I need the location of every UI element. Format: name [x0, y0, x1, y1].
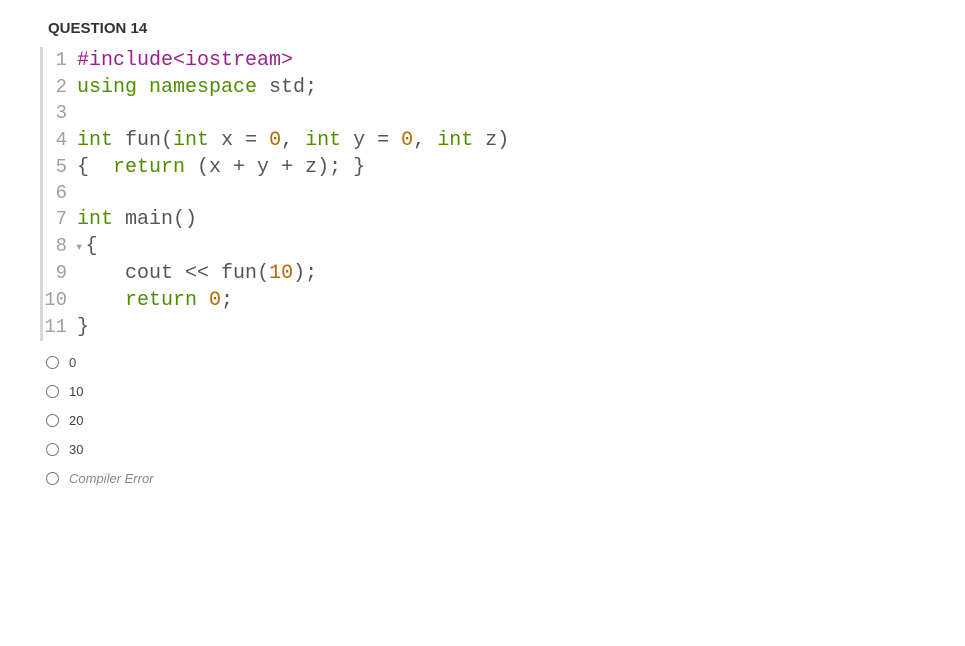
code-token: ,: [281, 129, 305, 152]
code-token: #include<iostream>: [77, 49, 293, 72]
code-token: + y: [233, 156, 281, 179]
answer-label: 30: [69, 442, 83, 457]
answer-radio[interactable]: [46, 443, 59, 456]
line-number: 6: [43, 181, 77, 207]
code-token: }: [77, 316, 89, 339]
code-token: x: [221, 129, 245, 152]
code-content: int fun(int x = 0, int y = 0, int z): [77, 127, 509, 154]
code-line: 6: [43, 181, 925, 207]
line-number: 7: [43, 207, 77, 233]
code-token: namespace: [149, 76, 269, 99]
line-number: 10: [43, 288, 77, 314]
answer-radio[interactable]: [46, 385, 59, 398]
code-token: fun: [221, 262, 257, 285]
code-token: int: [305, 129, 353, 152]
code-line: 3: [43, 101, 925, 127]
code-token: using: [77, 76, 149, 99]
code-token: y: [353, 129, 377, 152]
answer-radio[interactable]: [46, 414, 59, 427]
code-token: 10: [269, 262, 293, 285]
code-token: int: [77, 129, 125, 152]
code-token: int: [173, 129, 221, 152]
answer-option[interactable]: 20: [46, 413, 925, 428]
code-token: ): [497, 129, 509, 152]
code-content: int main(): [77, 206, 197, 233]
code-token: return: [125, 289, 209, 312]
code-line: 1#include<iostream>: [43, 47, 925, 74]
line-number: 5: [43, 155, 77, 181]
line-number: 2: [43, 75, 77, 101]
code-block: 1#include<iostream>2using namespace std;…: [40, 47, 925, 341]
code-token: (: [257, 262, 269, 285]
answer-option[interactable]: 30: [46, 442, 925, 457]
code-token: <<: [185, 262, 221, 285]
code-token: ;: [305, 76, 317, 99]
line-number: 3: [43, 101, 77, 127]
answer-options: 0 10 20 30 Compiler Error: [46, 355, 925, 486]
code-line: 5{ return (x + y + z); }: [43, 154, 925, 181]
line-number: 1: [43, 48, 77, 74]
code-line: 11}: [43, 314, 925, 341]
line-number: 9: [43, 261, 77, 287]
code-token: z: [485, 129, 497, 152]
code-token: 0: [401, 129, 413, 152]
code-token: std: [269, 76, 305, 99]
code-token: 0: [269, 129, 281, 152]
code-line: 10 return 0;: [43, 287, 925, 314]
code-token: (x: [197, 156, 233, 179]
code-content: return 0;: [77, 287, 233, 314]
code-line: 4int fun(int x = 0, int y = 0, int z): [43, 127, 925, 154]
code-token: ,: [413, 129, 437, 152]
code-token: (): [173, 208, 197, 231]
code-line: 9 cout << fun(10);: [43, 260, 925, 287]
code-token: main: [125, 208, 173, 231]
code-token: return: [113, 156, 197, 179]
code-content: cout << fun(10);: [77, 260, 317, 287]
code-line: 2using namespace std;: [43, 74, 925, 101]
code-token: =: [245, 129, 269, 152]
code-token: {: [77, 156, 113, 179]
code-token: =: [377, 129, 401, 152]
code-token: [77, 289, 125, 312]
code-token: fun: [125, 129, 161, 152]
answer-radio[interactable]: [46, 472, 59, 485]
code-token: (: [161, 129, 173, 152]
line-number: 8: [43, 234, 77, 260]
line-number: 11: [43, 315, 77, 341]
answer-radio[interactable]: [46, 356, 59, 369]
code-token: {: [85, 235, 97, 258]
code-token: int: [77, 208, 125, 231]
code-token: cout: [77, 262, 185, 285]
code-token: + z); }: [281, 156, 365, 179]
answer-option[interactable]: 0: [46, 355, 925, 370]
question-title: QUESTION 14: [48, 20, 925, 37]
code-token: );: [293, 262, 317, 285]
code-content: }: [77, 314, 89, 341]
code-line: 8▾{: [43, 233, 925, 260]
answer-label: 0: [69, 355, 76, 370]
code-token: int: [437, 129, 485, 152]
answer-label: 20: [69, 413, 83, 428]
code-content: #include<iostream>: [77, 47, 293, 74]
fold-marker-icon[interactable]: ▾: [75, 239, 83, 258]
answer-option[interactable]: 10: [46, 384, 925, 399]
code-token: 0: [209, 289, 221, 312]
answer-label: Compiler Error: [69, 471, 154, 486]
code-content: { return (x + y + z); }: [77, 154, 365, 181]
line-number: 4: [43, 128, 77, 154]
answer-option[interactable]: Compiler Error: [46, 471, 925, 486]
code-content: using namespace std;: [77, 74, 317, 101]
code-line: 7int main(): [43, 206, 925, 233]
code-content: {: [85, 233, 97, 260]
answer-label: 10: [69, 384, 83, 399]
code-token: ;: [221, 289, 233, 312]
